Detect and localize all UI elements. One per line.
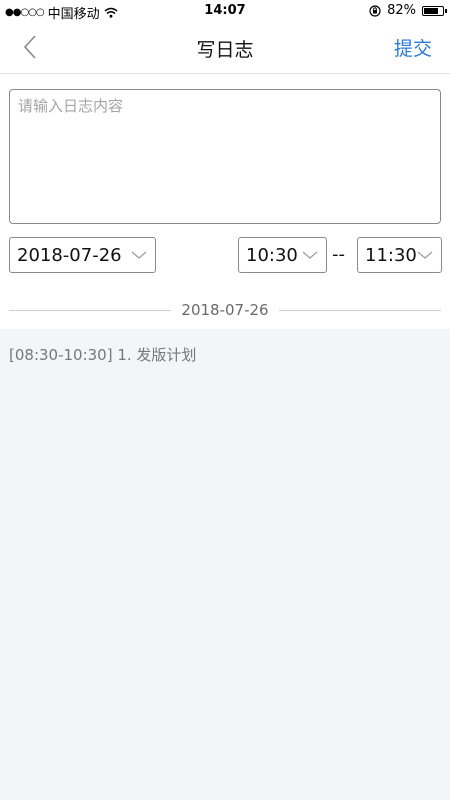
battery-icon: [422, 5, 447, 16]
status-right: 82%: [369, 3, 447, 18]
chevron-down-icon: [131, 251, 147, 259]
page-title: 写日志: [196, 39, 254, 61]
submit-button[interactable]: 提交: [394, 34, 432, 61]
chevron-down-icon: [302, 251, 318, 259]
date-select[interactable]: 2018-07-26: [9, 237, 156, 273]
battery-fill: [424, 7, 439, 14]
content-area: 2018-07-26 10:30 -- 11:30 2018-07-26 [08…: [0, 74, 450, 800]
start-time-select[interactable]: 10:30: [238, 237, 327, 273]
start-time-value: 10:30: [246, 245, 298, 266]
end-time-select[interactable]: 11:30: [357, 237, 442, 273]
log-entry: [08:30-10:30] 1. 发版计划: [9, 346, 197, 364]
battery-percent: 82%: [387, 3, 416, 18]
time-range-separator: --: [332, 244, 345, 265]
log-form: 2018-07-26 10:30 -- 11:30 2018-07-26: [0, 74, 450, 329]
divider-line-right: [279, 310, 441, 311]
navigation-bar: 写日志 提交: [0, 22, 450, 74]
date-select-value: 2018-07-26: [17, 245, 122, 266]
chevron-down-icon: [417, 251, 433, 259]
end-time-value: 11:30: [365, 245, 417, 266]
date-divider: 2018-07-26: [9, 300, 441, 320]
log-content-input[interactable]: [9, 89, 441, 224]
orientation-lock-icon: [369, 4, 381, 17]
status-bar: ●●○○○ 中国移动 14:07 82%: [0, 0, 450, 22]
